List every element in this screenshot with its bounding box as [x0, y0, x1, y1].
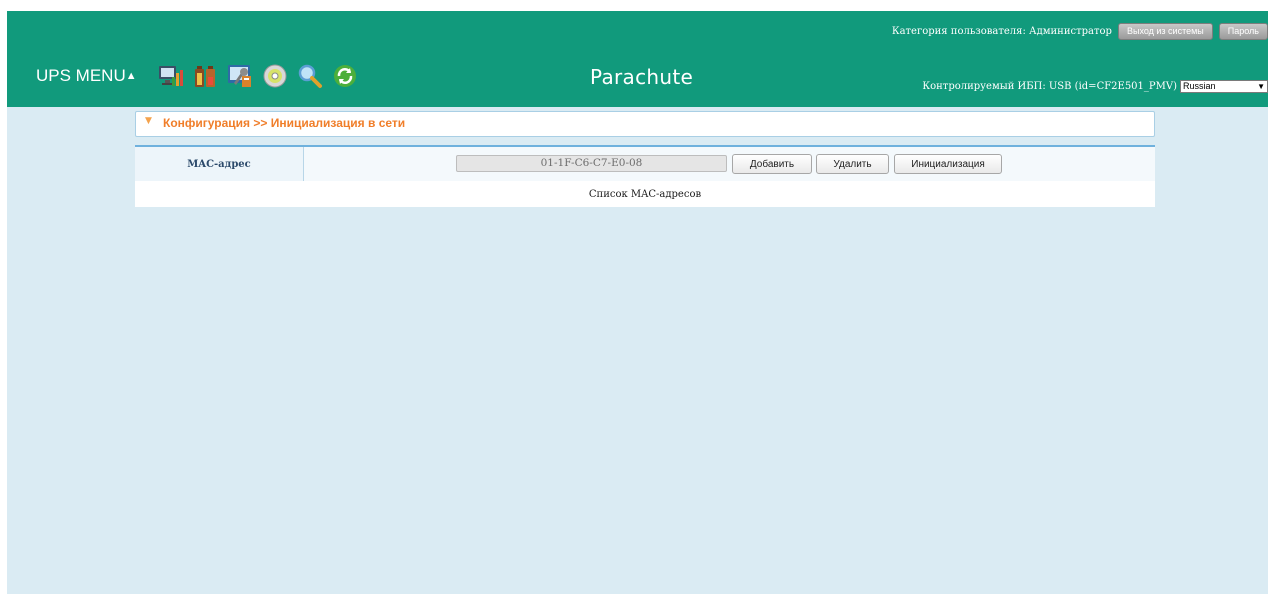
disc-icon[interactable] — [262, 63, 288, 89]
user-bar: Категория пользователя: Администратор Вы… — [892, 22, 1268, 40]
breadcrumb-label: Конфигурация >> Инициализация в сети — [163, 116, 406, 130]
search-icon[interactable] — [297, 63, 323, 89]
refresh-icon[interactable] — [332, 63, 358, 89]
top-header: Категория пользователя: Администратор Вы… — [7, 11, 1268, 107]
user-category-label: Категория пользователя: Администратор — [891, 25, 1112, 37]
ups-menu-arrow: ▲ — [125, 70, 137, 82]
ups-menu-toggle[interactable]: UPS MENU▲ — [36, 66, 137, 86]
monitored-ups-label: Контролируемый ИБП: USB (id=CF2E501_PMV) — [922, 81, 1177, 92]
language-value: Russian — [1183, 81, 1216, 91]
logout-button[interactable]: Выход из системы — [1117, 22, 1213, 40]
mac-list-header: Список MAC-адресов — [135, 181, 1155, 207]
initialize-button[interactable]: Инициализация — [894, 154, 1002, 174]
caret-down-icon: ▼ — [145, 116, 152, 126]
brand-title: Parachute — [590, 65, 694, 89]
mac-form-panel: MAC-адрес 01-1F-C6-C7-E0-08 Добавить Уда… — [135, 145, 1155, 207]
mac-address-field[interactable]: 01-1F-C6-C7-E0-08 — [456, 155, 727, 172]
monitor-chart-icon[interactable] — [157, 63, 183, 89]
main-content: ▼ Конфигурация >> Инициализация в сети M… — [7, 107, 1268, 594]
toolbar-icons — [157, 63, 358, 89]
breadcrumb: ▼ Конфигурация >> Инициализация в сети — [135, 111, 1155, 137]
language-select[interactable]: Russian ▼ — [1180, 80, 1268, 93]
mac-address-label: MAC-адрес — [135, 147, 304, 181]
monitored-ups-bar: Контролируемый ИБП: USB (id=CF2E501_PMV)… — [922, 80, 1268, 93]
password-button[interactable]: Пароль — [1218, 22, 1268, 40]
battery-icon[interactable] — [192, 63, 218, 89]
add-button[interactable]: Добавить — [732, 154, 812, 174]
chevron-down-icon: ▼ — [1257, 82, 1265, 91]
ups-menu-label: UPS MENU — [36, 66, 126, 85]
settings-tools-icon[interactable] — [227, 63, 253, 89]
delete-button[interactable]: Удалить — [816, 154, 889, 174]
